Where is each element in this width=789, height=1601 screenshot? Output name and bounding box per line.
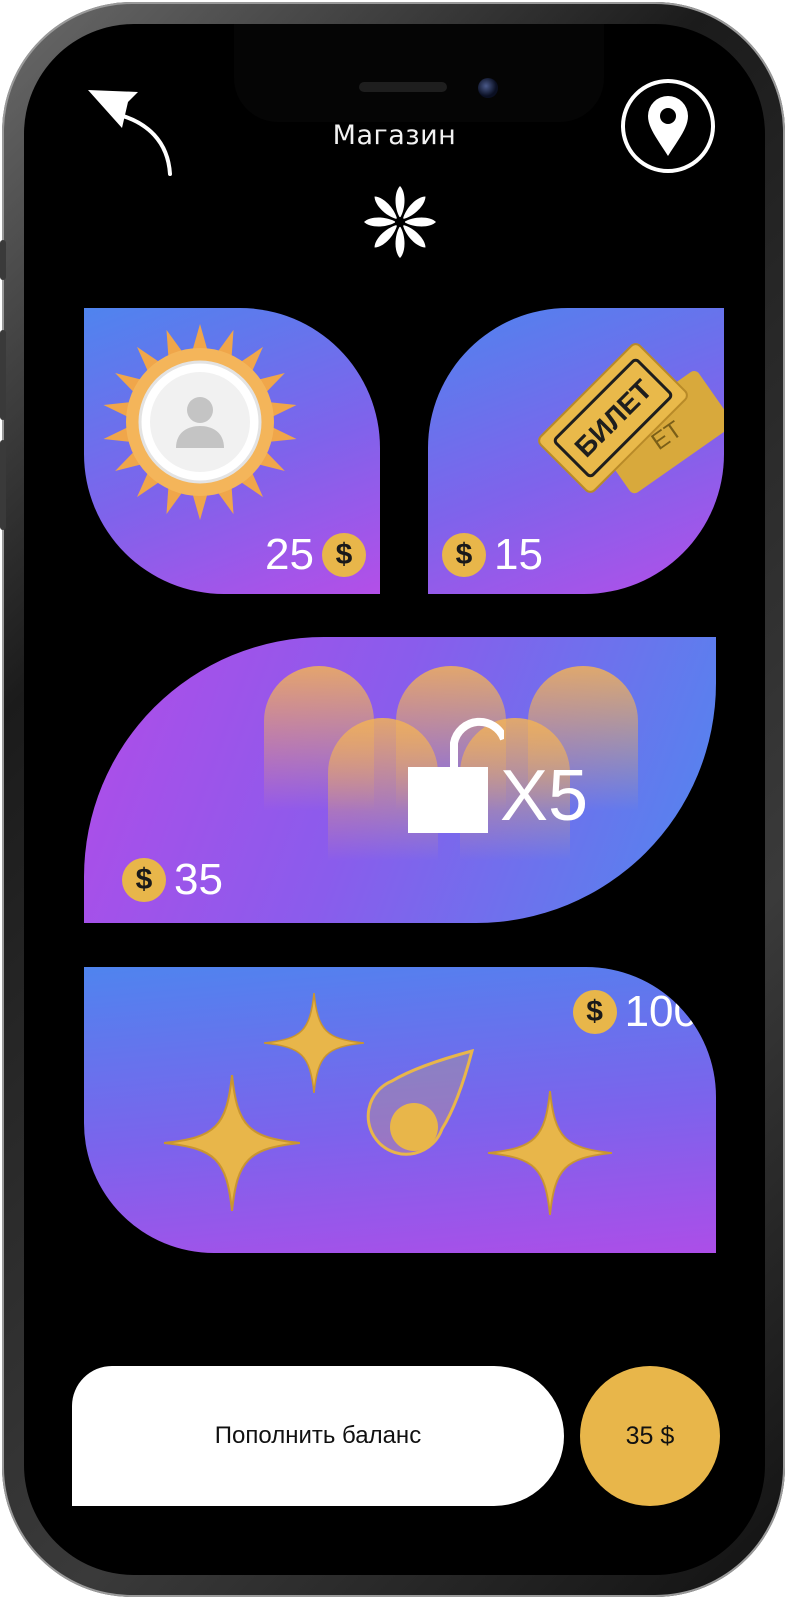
balance-value: 35 $ <box>625 1421 675 1450</box>
coin-icon: $ <box>572 990 617 1034</box>
price-ticket: $ 15 <box>442 530 543 580</box>
screen: Магазин 25 $ ЕТ БИЛЕТ $ 15 X5 $ 35 $ 100… <box>24 24 765 1575</box>
coin-icon: $ <box>442 533 486 577</box>
speaker-grille <box>359 82 447 92</box>
shop-item-ticket[interactable]: ЕТ БИЛЕТ $ 15 <box>428 308 724 594</box>
topup-button-label: Пополнить баланс <box>214 1422 422 1449</box>
multiplier-label: X5 <box>500 756 589 836</box>
user-icon <box>176 397 224 448</box>
volume-up-button <box>0 330 6 420</box>
volume-down-button <box>0 440 6 530</box>
shop-item-boost[interactable]: $ 100 <box>84 967 716 1253</box>
map-button[interactable] <box>618 76 718 176</box>
front-camera <box>478 78 498 98</box>
shop-item-unlock-x5[interactable]: X5 $ 35 <box>84 637 716 923</box>
price-boost: $ 100 <box>572 987 698 1037</box>
location-pin-icon <box>621 79 715 173</box>
sparkle-icon <box>488 1091 612 1215</box>
mute-switch <box>0 240 6 280</box>
balance-badge[interactable]: 35 $ <box>580 1366 720 1506</box>
price-value: 35 <box>174 855 223 904</box>
price-value: 15 <box>494 530 543 579</box>
shop-item-avatar-frame[interactable]: 25 $ <box>84 308 380 594</box>
balloon-icon <box>366 1049 475 1156</box>
lock-open-icon <box>408 717 504 833</box>
ticket-icon: ЕТ БИЛЕТ <box>538 343 724 494</box>
topup-balance-button[interactable]: Пополнить баланс <box>72 1366 564 1506</box>
price-unlock-x5: $ 35 <box>122 855 223 905</box>
price-avatar-frame: 25 $ <box>265 530 366 580</box>
notch <box>234 24 604 122</box>
coin-icon: $ <box>122 858 166 902</box>
coin-icon: $ <box>322 533 366 577</box>
price-value: 100 <box>624 987 698 1036</box>
flower-logo-icon <box>364 186 436 258</box>
sparkle-icon <box>164 1075 300 1211</box>
price-value: 25 <box>265 530 314 579</box>
